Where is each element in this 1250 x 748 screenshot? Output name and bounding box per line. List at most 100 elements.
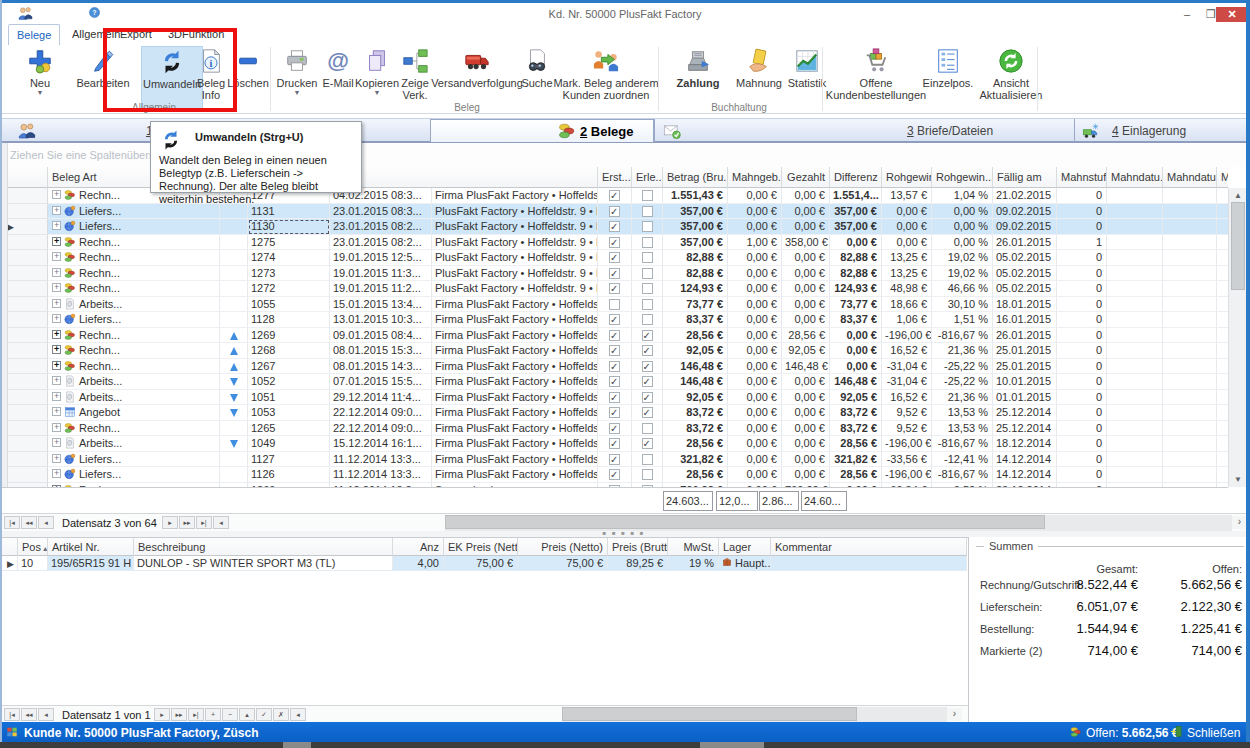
cell-erle[interactable] [632,390,663,406]
vertical-scrollbar[interactable]: ▲ ▼ [1228,188,1246,487]
cell-md2[interactable] [1163,467,1217,483]
erle-checkbox[interactable] [642,206,653,217]
expand-icon[interactable] [52,299,61,308]
erle-checkbox[interactable] [642,268,653,279]
erle-checkbox[interactable] [642,190,653,201]
cell-kunde[interactable]: Firma PlusFakt Factory • Hoffeldstr. 9 •… [432,467,598,483]
expand-icon[interactable] [52,330,61,339]
cell-mahngeb[interactable]: 0,00 € [728,405,782,421]
cell-v[interactable] [220,266,248,282]
cell-rohgewinn[interactable]: 0,00 € [882,219,932,235]
cell-mahnstufe[interactable]: 0 [1057,343,1107,359]
erle-checkbox[interactable] [642,423,653,434]
cell-betrag[interactable]: 83,72 € [663,405,728,421]
cell-erst[interactable] [598,390,632,406]
cell-ind[interactable] [2,405,48,421]
close-door-icon[interactable] [1170,725,1183,740]
cell-gezahlt[interactable]: 0,00 € [782,204,830,220]
cell-rohgewinn[interactable]: 48,98 € [882,281,932,297]
cell-rohproz[interactable]: 46,66 % [932,281,993,297]
cell-erle[interactable] [632,188,663,204]
cell-faellig[interactable]: 05.02.2015 [993,250,1057,266]
cell-mahnstufe[interactable]: 0 [1057,452,1107,468]
expand-icon[interactable] [52,221,61,230]
close-button[interactable]: ✕ [1216,7,1248,23]
cell-rohgewinn[interactable]: 9,52 € [882,421,932,437]
cell-md2[interactable] [1163,359,1217,375]
cell-nr[interactable]: 1273 [248,266,330,282]
cell-nr[interactable]: 1269 [248,328,330,344]
cell-md2[interactable] [1163,235,1217,251]
cell-differenz[interactable]: 0,00 € [830,359,882,375]
cell-kunde[interactable]: Firma PlusFakt Factory • Hoffeldstr. 9 •… [432,374,598,390]
cell-mahn[interactable] [1217,405,1228,421]
cell-rohgewinn[interactable]: -196,00 € [882,467,932,483]
cell-erst[interactable] [598,266,632,282]
column-header-erle[interactable]: Erle... [632,167,663,188]
erst-checkbox[interactable] [609,299,620,310]
detail-cell-pos[interactable]: 10 [18,556,48,571]
cell-v[interactable] [220,467,248,483]
mark-beleg-zuordnen-button[interactable]: Mark. Beleg anderemKunden zuordnen [545,46,667,112]
cell-ind[interactable] [2,374,48,390]
cell-datum[interactable]: 29.12.2014 11:4... [330,390,432,406]
cell-differenz[interactable]: 82,88 € [830,266,882,282]
cell-mahn[interactable] [1217,374,1228,390]
cell-rohgewinn[interactable]: 16,52 € [882,343,932,359]
column-header-mahn[interactable]: Mahn [1217,167,1228,188]
erst-checkbox[interactable] [609,283,620,294]
hscrollbar-thumb[interactable] [445,515,1045,529]
cell-mahnstufe[interactable]: 0 [1057,188,1107,204]
erst-checkbox[interactable] [609,376,620,387]
cell-mahn[interactable] [1217,235,1228,251]
cell-rohproz[interactable]: 0,00 % [932,235,993,251]
cell-md2[interactable] [1163,436,1217,452]
cell-erle[interactable] [632,266,663,282]
cell-erle[interactable] [632,467,663,483]
cell-differenz[interactable]: 73,77 € [830,297,882,313]
cell-rohproz[interactable]: -12,41 % [932,452,993,468]
detail-cell-artikel[interactable]: 195/65R15 91 H [48,556,134,571]
cell-faellig[interactable]: 05.02.2015 [993,281,1057,297]
cell-mahngeb[interactable]: 0,00 € [728,204,782,220]
cell-erst[interactable] [598,297,632,313]
cell-md2[interactable] [1163,405,1217,421]
cell-mahnstufe[interactable]: 0 [1057,467,1107,483]
cell-datum[interactable]: 13.01.2015 10:3... [330,312,432,328]
cell-faellig[interactable]: 25.12.2014 [993,405,1057,421]
cell-faellig[interactable]: 05.02.2015 [993,266,1057,282]
detail-column-header-mwst[interactable]: MwSt. [668,538,719,556]
cell-rohgewinn[interactable]: 13,57 € [882,188,932,204]
cell-v[interactable] [220,312,248,328]
cell-differenz[interactable]: 28,56 € [830,467,882,483]
cell-mahnstufe[interactable]: 0 [1057,250,1107,266]
cell-v[interactable] [220,421,248,437]
cell-differenz[interactable]: 357,00 € [830,219,882,235]
detail-column-header-beschreibung[interactable]: Beschreibung [134,538,393,556]
cell-art[interactable]: Arbeits... [48,390,220,406]
cell-mahn[interactable] [1217,328,1228,344]
nav-button[interactable]: ▴ [239,708,255,721]
cell-md1[interactable] [1107,188,1163,204]
cell-v[interactable] [220,374,248,390]
cell-ind[interactable] [2,359,48,375]
cell-nr[interactable]: 1130 [248,219,330,235]
cell-nr[interactable]: 1274 [248,250,330,266]
erst-checkbox[interactable] [609,392,620,403]
cell-mahnstufe[interactable]: 0 [1057,328,1107,344]
cell-kunde[interactable]: Firma PlusFakt Factory • Hoffeldstr. 9 •… [432,328,598,344]
cell-differenz[interactable]: 83,37 € [830,312,882,328]
cell-md2[interactable] [1163,266,1217,282]
nav-button[interactable]: ▸▸ [171,708,187,721]
cell-md2[interactable] [1163,421,1217,437]
cell-mahnstufe[interactable]: 0 [1057,266,1107,282]
cell-md1[interactable] [1107,328,1163,344]
erle-checkbox[interactable] [642,376,653,387]
cell-faellig[interactable]: 14.12.2014 [993,467,1057,483]
cell-art[interactable]: Liefers... [48,452,220,468]
cell-md1[interactable] [1107,436,1163,452]
cell-kunde[interactable]: Firma PlusFakt Factory • Hoffeldstr. 9 •… [432,405,598,421]
cell-mahn[interactable] [1217,343,1228,359]
cell-betrag[interactable]: 28,56 € [663,436,728,452]
cell-gezahlt[interactable]: 0,00 € [782,390,830,406]
